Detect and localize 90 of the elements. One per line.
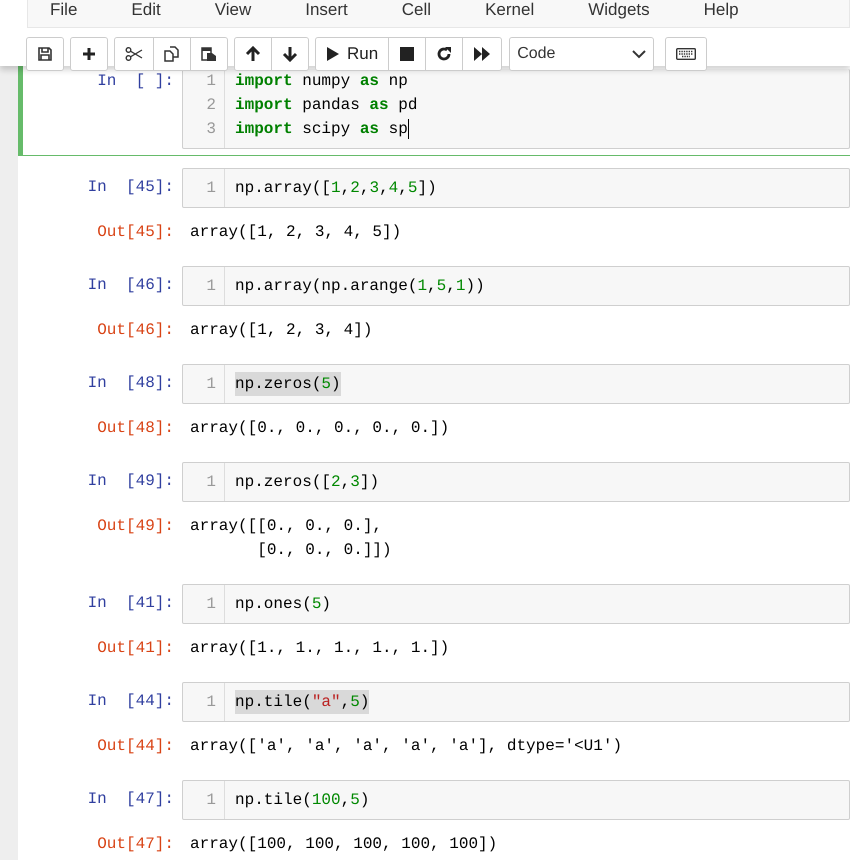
menu-item[interactable]: Kernel (463, 0, 534, 27)
code-line: np.array([1,2,3,4,5]) (235, 178, 437, 199)
scissors-icon (125, 47, 143, 61)
output-prompt: Out[46]: (96, 320, 175, 341)
stop-button[interactable] (388, 37, 426, 71)
notebook-cell[interactable]: In [45]: 1 np.array([1,2,3,4,5]) Out[45]: array([1, 2, 3, 4, 5]) (18, 162, 850, 254)
notebook-cell[interactable]: In [49]: 1 np.zeros([2,3]) Out[49]: array([[0., 0., 0.], [0., 0., 0.]]) (18, 456, 850, 572)
line-number: 1 (206, 276, 216, 297)
clipboard-icon (201, 46, 217, 62)
line-number: 1 (206, 472, 216, 493)
line-number: 1 (206, 178, 216, 199)
code-editor[interactable]: 1 np.zeros([2,3]) (182, 462, 850, 502)
notebook-cell[interactable]: In [44]: 1 np.tile("a",5) Out[44]: array(['a', 'a', 'a', 'a', 'a'], dtype='<U1') (18, 676, 850, 768)
code-line: np.zeros([2,3]) (235, 472, 380, 493)
chevron-down-icon (632, 50, 646, 58)
menu-item[interactable]: Insert (283, 0, 348, 27)
code-editor[interactable]: 1 np.array(np.arange(1,5,1)) (182, 266, 850, 306)
line-number: 1 (206, 692, 216, 713)
line-number: 1 (206, 790, 216, 811)
input-prompt: In [45]: (86, 177, 175, 198)
notebook-cell[interactable]: In [48]: 1 np.zeros(5) Out[48]: array([0., 0., 0., 0., 0.]) (18, 358, 850, 450)
line-number: 2 (206, 95, 216, 116)
code-line: np.tile(100,5) (235, 790, 370, 811)
selected-cell[interactable]: In [ ]: 1 2 3 import numpy as np import pandas as pd import scipy as sp (18, 66, 850, 156)
code-editor[interactable]: 1 2 3 import numpy as np import pandas as pd import scipy as sp (182, 69, 850, 149)
code-editor[interactable]: 1 np.tile(100,5) (182, 780, 850, 820)
code-editor[interactable]: 1 np.ones(5) (182, 584, 850, 624)
output-prompt: Out[47]: (96, 834, 175, 855)
output-line: array([1, 2, 3, 4]) (190, 320, 372, 341)
code-editor[interactable]: 1 np.zeros(5) (182, 364, 850, 404)
add-cell-button[interactable] (70, 37, 108, 71)
plus-icon (82, 47, 96, 61)
paste-button[interactable] (190, 37, 228, 71)
output-prompt: Out[48]: (96, 418, 175, 439)
code-editor[interactable]: 1 np.tile("a",5) (182, 682, 850, 722)
copy-icon (164, 46, 180, 62)
cell-type-dropdown[interactable]: Code (509, 37, 654, 71)
output-line: array([100, 100, 100, 100, 100]) (190, 834, 498, 855)
arrow-up-icon (245, 46, 261, 62)
output-line: array([1, 2, 3, 4, 5]) (190, 222, 402, 243)
output-line: array([[0., 0., 0.], (190, 516, 384, 537)
output-line: [0., 0., 0.]]) (256, 540, 392, 561)
notebook-cell[interactable]: In [41]: 1 np.ones(5) Out[41]: array([1., 1., 1., 1., 1.]) (18, 578, 850, 670)
run-button[interactable]: Run (315, 37, 390, 71)
output-prompt: Out[41]: (96, 638, 175, 659)
move-up-button[interactable] (234, 37, 272, 71)
code-editor[interactable]: 1 np.array([1,2,3,4,5]) (182, 168, 850, 208)
output-line: array(['a', 'a', 'a', 'a', 'a'], dtype='<U1') (190, 736, 622, 757)
line-number: 3 (206, 119, 216, 140)
input-prompt: In [ ]: (96, 71, 175, 92)
move-down-button[interactable] (271, 37, 309, 71)
notebook-cell[interactable]: In [46]: 1 np.array(np.arange(1,5,1)) Out[46]: array([1, 2, 3, 4]) (18, 260, 850, 352)
input-prompt: In [46]: (86, 275, 175, 296)
code-line: import scipy as sp (235, 119, 408, 140)
line-number: 1 (206, 374, 216, 395)
keyboard-icon (676, 48, 696, 60)
input-prompt: In [47]: (86, 789, 175, 810)
run-all-button[interactable] (462, 37, 502, 71)
notebook-cell[interactable]: In [47]: 1 np.tile(100,5) Out[47]: array([100, 100, 100, 100, 100]) (18, 774, 850, 860)
code-line: import numpy as np (235, 71, 408, 92)
save-button[interactable] (26, 37, 64, 71)
input-prompt: In [49]: (86, 471, 175, 492)
output-prompt: Out[49]: (96, 516, 175, 537)
line-number: 1 (206, 71, 216, 92)
output-prompt: Out[45]: (96, 222, 175, 243)
stop-icon (400, 47, 414, 61)
menu-item[interactable]: View (192, 0, 252, 27)
menu-item[interactable]: File (28, 0, 78, 27)
restart-button[interactable] (425, 37, 464, 71)
menu-item[interactable]: Cell (380, 0, 432, 27)
code-line: import pandas as pd (235, 95, 418, 116)
menu-item[interactable]: Edit (109, 0, 161, 27)
menu-item[interactable]: Widgets (566, 0, 650, 27)
menu-item[interactable]: Help (682, 0, 739, 27)
cut-button[interactable] (114, 37, 154, 71)
play-icon (326, 46, 340, 62)
output-prompt: Out[44]: (96, 736, 175, 757)
output-line: array([1., 1., 1., 1., 1.]) (190, 638, 450, 659)
restart-icon (436, 46, 452, 62)
output-line: array([0., 0., 0., 0., 0.]) (190, 418, 450, 439)
input-prompt: In [44]: (86, 691, 175, 712)
input-prompt: In [48]: (86, 373, 175, 394)
input-prompt: In [41]: (86, 593, 175, 614)
copy-button[interactable] (153, 37, 191, 71)
code-line: np.ones(5) (235, 594, 332, 615)
fast-forward-icon (473, 47, 492, 61)
code-line: np.array(np.arange(1,5,1)) (235, 276, 485, 297)
arrow-down-icon (282, 46, 298, 62)
line-number: 1 (206, 594, 216, 615)
keyboard-button[interactable] (665, 37, 708, 71)
